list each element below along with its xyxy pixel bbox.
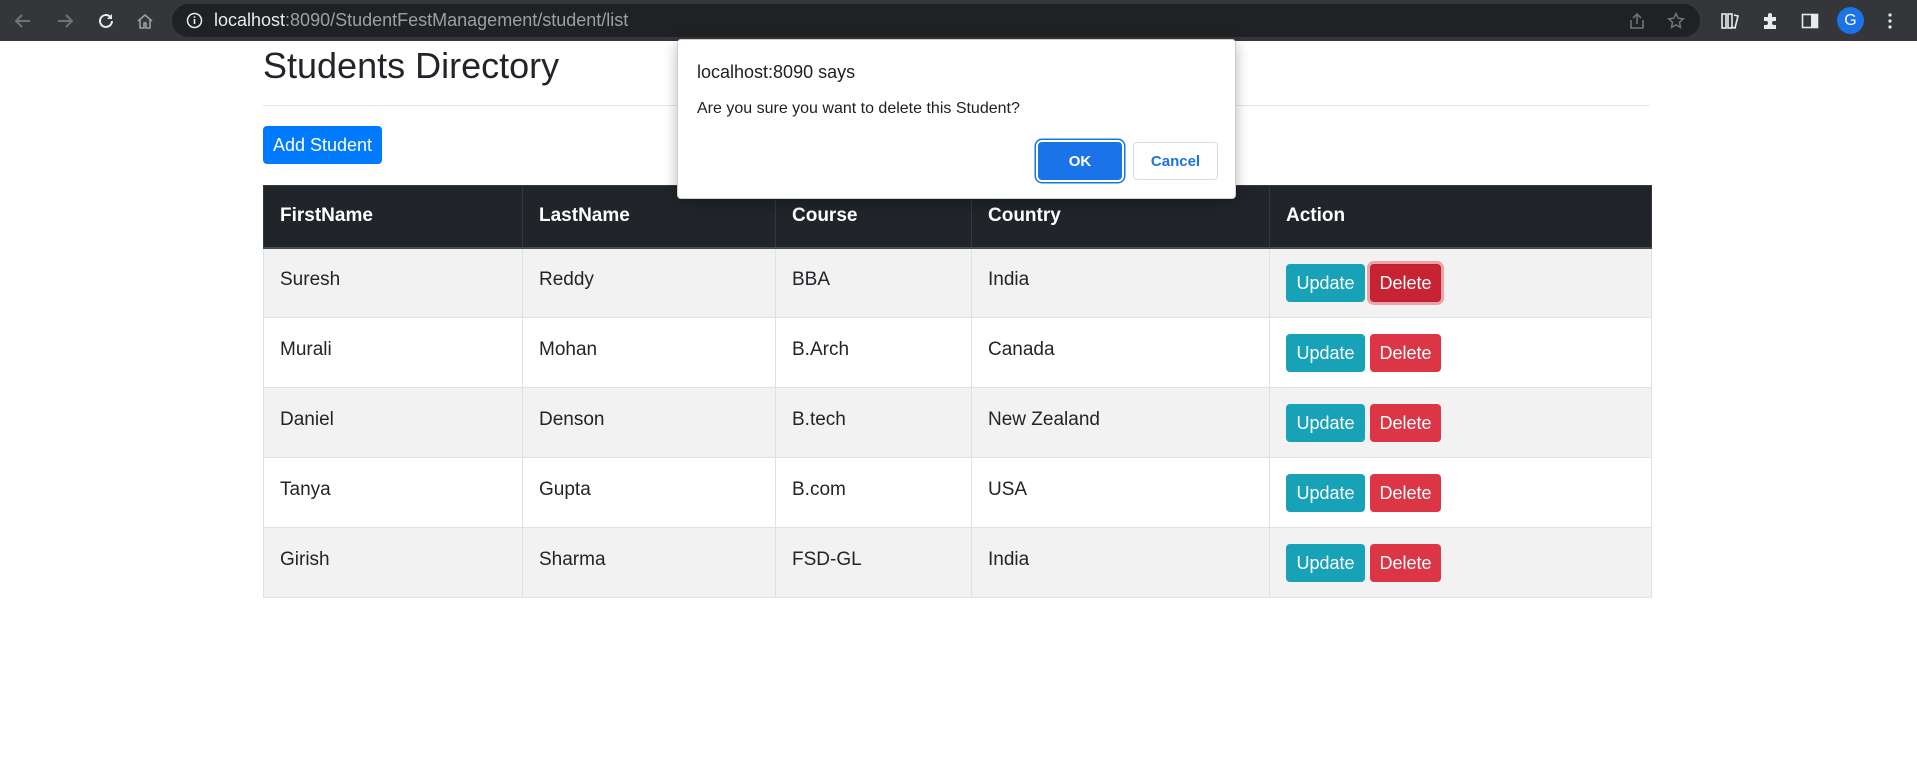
- cell-action: Update Delete: [1269, 317, 1652, 388]
- update-button[interactable]: Update: [1286, 333, 1365, 372]
- cell-action: Update Delete: [1269, 527, 1652, 598]
- profile-avatar[interactable]: G: [1837, 7, 1864, 34]
- bookmark-star-icon[interactable]: [1667, 4, 1685, 37]
- delete-button[interactable]: Delete: [1370, 543, 1441, 582]
- site-info-icon[interactable]: [186, 12, 203, 34]
- browser-toolbar: localhost:8090/StudentFestManagement/stu…: [0, 0, 1917, 41]
- cell-text: Daniel: [280, 408, 334, 430]
- cell-firstname: Murali: [263, 317, 523, 388]
- cell-course: FSD-GL: [775, 527, 972, 598]
- reading-list-icon[interactable]: [1718, 0, 1744, 41]
- delete-button[interactable]: Delete: [1370, 263, 1441, 302]
- dialog-message: Are you sure you want to delete this Stu…: [697, 100, 1020, 117]
- ok-button[interactable]: OK: [1038, 142, 1122, 180]
- cell-text: India: [988, 268, 1030, 290]
- cell-text: Reddy: [539, 268, 594, 290]
- update-button[interactable]: Update: [1286, 263, 1365, 302]
- url-host: localhost: [214, 10, 286, 30]
- menu-icon[interactable]: [1880, 0, 1900, 41]
- cell-course: B.tech: [775, 387, 972, 458]
- action-buttons: Update Delete: [1286, 333, 1635, 372]
- cell-text: B.Arch: [792, 338, 850, 360]
- cell-course: BBA: [775, 247, 972, 318]
- table-row: Tanya Gupta B.com USA Update Delete: [263, 457, 1652, 528]
- cell-text: Murali: [280, 338, 332, 360]
- cell-country: Canada: [971, 317, 1270, 388]
- add-student-button[interactable]: Add Student: [263, 126, 382, 164]
- cell-text: India: [988, 548, 1030, 570]
- table-row: Daniel Denson B.tech New Zealand Update …: [263, 387, 1652, 458]
- cell-country: USA: [971, 457, 1270, 528]
- url-path: :8090/StudentFestManagement/student/list: [285, 10, 629, 30]
- cell-firstname: Tanya: [263, 457, 523, 528]
- cell-text: B.tech: [792, 408, 846, 430]
- cell-lastname: Sharma: [522, 527, 776, 598]
- update-button[interactable]: Update: [1286, 403, 1365, 442]
- cell-action: Update Delete: [1269, 387, 1652, 458]
- action-buttons: Update Delete: [1286, 403, 1635, 442]
- extensions-icon[interactable]: [1757, 0, 1783, 41]
- cell-text: Tanya: [280, 478, 331, 500]
- back-icon[interactable]: [10, 0, 36, 41]
- cell-course: B.Arch: [775, 317, 972, 388]
- cell-text: B.com: [792, 478, 846, 500]
- share-icon[interactable]: [1628, 4, 1646, 37]
- delete-button[interactable]: Delete: [1370, 333, 1441, 372]
- cell-text: New Zealand: [988, 408, 1100, 430]
- url-text: localhost:8090/StudentFestManagement/stu…: [214, 4, 628, 37]
- table-row: Girish Sharma FSD-GL India Update Delete: [263, 527, 1652, 598]
- cell-country: India: [971, 247, 1270, 318]
- cell-text: BBA: [792, 268, 831, 290]
- action-buttons: Update Delete: [1286, 473, 1635, 512]
- page-title: Students Directory: [263, 45, 560, 86]
- column-header-firstname: FirstName: [263, 185, 523, 249]
- cell-text: USA: [988, 478, 1028, 500]
- cell-lastname: Gupta: [522, 457, 776, 528]
- confirm-dialog: localhost:8090 says Are you sure you wan…: [677, 39, 1236, 199]
- cell-text: Sharma: [539, 548, 606, 570]
- column-header-action: Action: [1269, 185, 1652, 249]
- cell-text: Denson: [539, 408, 605, 430]
- update-button[interactable]: Update: [1286, 473, 1365, 512]
- cell-lastname: Reddy: [522, 247, 776, 318]
- cell-lastname: Denson: [522, 387, 776, 458]
- side-panel-icon[interactable]: [1797, 0, 1823, 41]
- action-buttons: Update Delete: [1286, 263, 1635, 302]
- table-row: Murali Mohan B.Arch Canada Update Delete: [263, 317, 1652, 388]
- cell-action: Update Delete: [1269, 457, 1652, 528]
- action-buttons: Update Delete: [1286, 543, 1635, 582]
- cell-text: Girish: [280, 548, 330, 570]
- delete-button[interactable]: Delete: [1370, 473, 1441, 512]
- cell-country: New Zealand: [971, 387, 1270, 458]
- cell-text: Gupta: [539, 478, 591, 500]
- update-button[interactable]: Update: [1286, 543, 1365, 582]
- cell-lastname: Mohan: [522, 317, 776, 388]
- cell-text: Mohan: [539, 338, 598, 360]
- cancel-button[interactable]: Cancel: [1133, 142, 1218, 180]
- cell-action: Update Delete: [1269, 247, 1652, 318]
- home-icon[interactable]: [132, 0, 158, 41]
- dialog-title: localhost:8090 says: [697, 62, 856, 82]
- cell-course: B.com: [775, 457, 972, 528]
- table-row: Suresh Reddy BBA India Update Delete: [263, 247, 1652, 318]
- cell-text: Suresh: [280, 268, 341, 290]
- cell-firstname: Daniel: [263, 387, 523, 458]
- cell-text: Canada: [988, 338, 1055, 360]
- forward-icon[interactable]: [52, 0, 78, 41]
- reload-icon[interactable]: [93, 0, 119, 41]
- delete-button[interactable]: Delete: [1370, 403, 1441, 442]
- students-table: FirstName LastName Course Country Action…: [263, 185, 1652, 598]
- cell-firstname: Girish: [263, 527, 523, 598]
- cell-firstname: Suresh: [263, 247, 523, 318]
- address-bar[interactable]: localhost:8090/StudentFestManagement/stu…: [172, 4, 1700, 37]
- cell-text: FSD-GL: [792, 548, 862, 570]
- cell-country: India: [971, 527, 1270, 598]
